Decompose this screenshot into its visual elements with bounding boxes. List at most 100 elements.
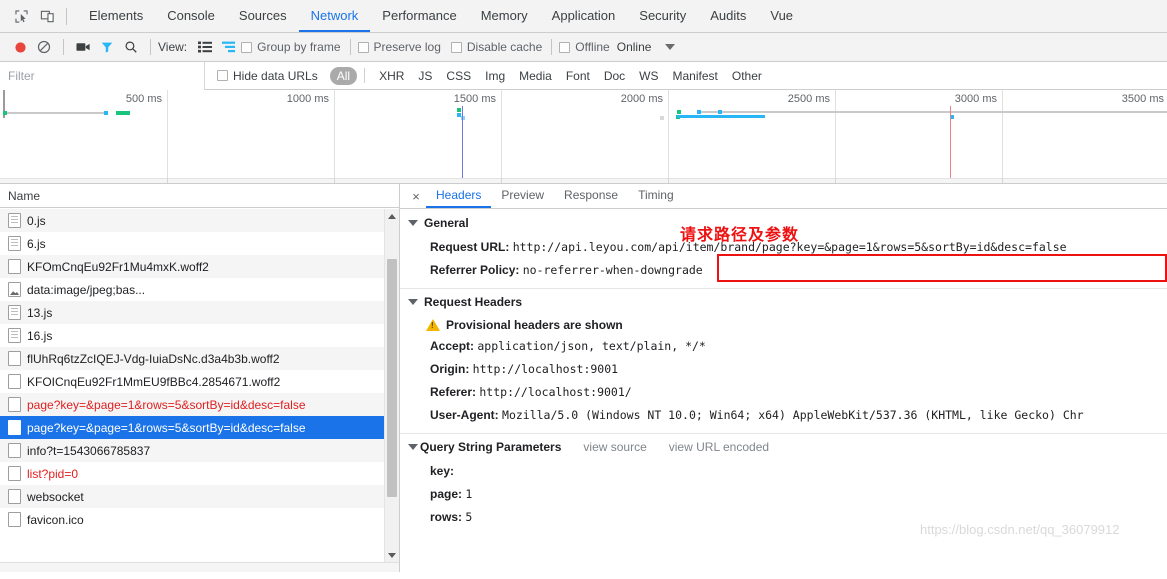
- tab-elements[interactable]: Elements: [77, 0, 155, 32]
- tab-console[interactable]: Console: [155, 0, 227, 32]
- checkbox-label: Disable cache: [466, 40, 543, 54]
- waterfall-view-icon[interactable]: [217, 36, 241, 58]
- tab-memory[interactable]: Memory: [469, 0, 540, 32]
- table-row[interactable]: KFOICnqEu92Fr1MmEU9fBBc4.2854671.woff2: [0, 370, 399, 393]
- tab-label: Application: [551, 7, 616, 23]
- filter-icon[interactable]: [95, 36, 119, 58]
- tab-response[interactable]: Response: [554, 184, 628, 208]
- group-by-frame-checkbox[interactable]: Group by frame: [241, 40, 341, 54]
- overview-tick-1000: 1000 ms: [286, 93, 329, 105]
- font-file-icon: [8, 374, 21, 389]
- tab-label: Vue: [770, 7, 794, 23]
- tab-vue[interactable]: Vue: [758, 0, 805, 32]
- table-row[interactable]: page?key=&page=1&rows=5&sortBy=id&desc=f…: [0, 416, 399, 439]
- search-icon[interactable]: [119, 36, 143, 58]
- tab-application[interactable]: Application: [540, 0, 628, 32]
- tab-label: Timing: [638, 188, 674, 202]
- capture-screenshots-icon[interactable]: [71, 36, 95, 58]
- view-source-link[interactable]: view source: [583, 440, 646, 454]
- clear-icon[interactable]: [32, 36, 56, 58]
- filter-type-doc[interactable]: Doc: [597, 67, 632, 85]
- overview-marker: [104, 111, 108, 115]
- filter-type-font[interactable]: Font: [559, 67, 597, 85]
- checkbox-box: [357, 41, 369, 53]
- table-row[interactable]: list?pid=0: [0, 462, 399, 485]
- overview-tick-2000: 2000 ms: [620, 93, 663, 105]
- record-icon[interactable]: [8, 36, 32, 58]
- font-file-icon: [8, 259, 21, 274]
- filter-type-js[interactable]: JS: [411, 67, 439, 85]
- tab-sources[interactable]: Sources: [227, 0, 299, 32]
- throttling-value[interactable]: Online: [617, 40, 652, 54]
- close-icon[interactable]: ×: [406, 184, 426, 208]
- ws-file-icon: [8, 489, 21, 504]
- table-row[interactable]: 13.js: [0, 301, 399, 324]
- view-url-encoded-link[interactable]: view URL encoded: [669, 440, 769, 454]
- filter-type-css[interactable]: CSS: [439, 67, 478, 85]
- request-name: data:image/jpeg;bas...: [27, 282, 146, 297]
- request-name: websocket: [27, 489, 84, 504]
- table-row[interactable]: 0.js: [0, 209, 399, 232]
- tab-performance[interactable]: Performance: [370, 0, 468, 32]
- header-value: application/json, text/plain, */*: [477, 339, 706, 353]
- xhr-file-icon: [8, 466, 21, 481]
- scrollbar-thumb[interactable]: [387, 259, 397, 497]
- control-divider-2: [150, 39, 151, 55]
- table-row[interactable]: data:image/jpeg;bas...: [0, 278, 399, 301]
- overview-footer: [0, 178, 1167, 183]
- tab-headers[interactable]: Headers: [426, 184, 492, 208]
- tab-network[interactable]: Network: [298, 0, 371, 32]
- disable-cache-checkbox[interactable]: Disable cache: [450, 40, 543, 54]
- filter-type-xhr[interactable]: XHR: [372, 67, 411, 85]
- filter-bar: Hide data URLs All XHR JS CSS Img Media …: [0, 61, 1167, 90]
- table-row[interactable]: favicon.ico: [0, 508, 399, 531]
- overview-tick-3500: 3500 ms: [1121, 93, 1164, 105]
- tab-preview[interactable]: Preview: [491, 184, 554, 208]
- devtools-tabbar: Elements Console Sources Network Perform…: [0, 0, 1167, 33]
- checkbox-box: [217, 70, 228, 81]
- offline-checkbox[interactable]: Offline: [559, 40, 610, 54]
- filter-input[interactable]: [0, 61, 205, 90]
- request-headers-section-header[interactable]: Request Headers: [400, 289, 1167, 315]
- device-toolbar-icon[interactable]: [34, 3, 60, 29]
- header-row: Accept: application/json, text/plain, */…: [400, 335, 1167, 358]
- table-row[interactable]: page?key=&page=1&rows=5&sortBy=id&desc=f…: [0, 393, 399, 416]
- image-file-icon: [8, 512, 21, 527]
- chevron-down-icon[interactable]: [665, 44, 676, 50]
- table-row[interactable]: info?t=1543066785837: [0, 439, 399, 462]
- filter-type-ws[interactable]: WS: [632, 67, 665, 85]
- request-list[interactable]: 0.js 6.js KFOmCnqEu92Fr1Mu4mxK.woff2 dat…: [0, 209, 399, 562]
- table-row[interactable]: KFOmCnqEu92Fr1Mu4mxK.woff2: [0, 255, 399, 278]
- hide-data-urls-checkbox[interactable]: Hide data URLs: [217, 69, 318, 83]
- inspect-element-icon[interactable]: [8, 3, 34, 29]
- filter-type-other[interactable]: Other: [725, 67, 769, 85]
- list-view-icon[interactable]: [193, 36, 217, 58]
- load-event-line: [950, 106, 951, 181]
- tab-label: Elements: [89, 7, 144, 23]
- tab-timing[interactable]: Timing: [628, 184, 684, 208]
- tab-audits[interactable]: Audits: [698, 0, 758, 32]
- overview-marker: [697, 110, 701, 114]
- scroll-up-arrow-icon[interactable]: [385, 209, 399, 223]
- network-overview-timeline[interactable]: 500 ms 1000 ms 1500 ms 2000 ms 2500 ms 3…: [0, 90, 1167, 184]
- filter-type-all[interactable]: All: [329, 66, 358, 85]
- preserve-log-checkbox[interactable]: Preserve log: [357, 40, 441, 54]
- table-row[interactable]: 16.js: [0, 324, 399, 347]
- tab-label: Headers: [436, 188, 482, 202]
- table-row[interactable]: websocket: [0, 485, 399, 508]
- overview-marker: [3, 111, 7, 115]
- table-row[interactable]: flUhRq6tzZcIQEJ-Vdg-IuiaDsNc.d3a4b3b.wof…: [0, 347, 399, 370]
- filter-type-manifest[interactable]: Manifest: [666, 67, 725, 85]
- filter-type-media[interactable]: Media: [512, 67, 559, 85]
- devtools-window: Elements Console Sources Network Perform…: [0, 0, 1167, 579]
- request-name: page?key=&page=1&rows=5&sortBy=id&desc=f…: [27, 397, 306, 412]
- query-string-section-header[interactable]: Query String Parameters view source view…: [400, 434, 1167, 460]
- scroll-down-arrow-icon[interactable]: [385, 548, 399, 562]
- filter-type-img[interactable]: Img: [478, 67, 512, 85]
- table-row[interactable]: 6.js: [0, 232, 399, 255]
- tab-security[interactable]: Security: [627, 0, 698, 32]
- request-name: list?pid=0: [27, 466, 79, 481]
- request-list-scrollbar[interactable]: [384, 209, 399, 562]
- xhr-file-icon: [8, 397, 21, 412]
- font-file-icon: [8, 351, 21, 366]
